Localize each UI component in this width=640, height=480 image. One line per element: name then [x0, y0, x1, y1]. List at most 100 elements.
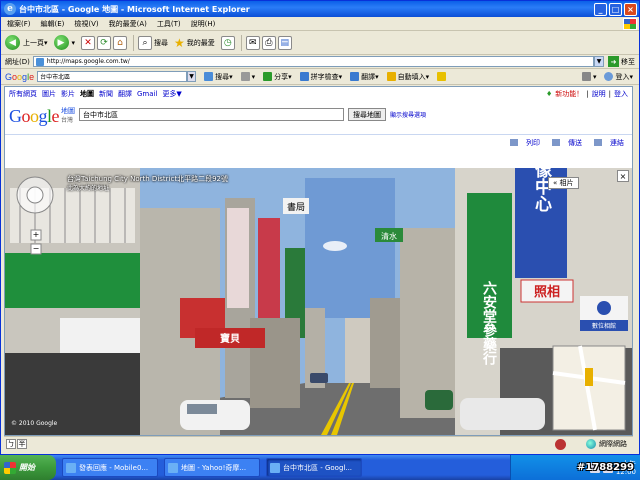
street-view-panorama[interactable]: 寶貝 書局 清水 六安堂參藥行 影像中心 照相 數位相館 台灣Taichung … — [5, 168, 632, 435]
gbar-separator: | — [586, 90, 589, 98]
region-label: 台灣 — [61, 117, 74, 124]
translate-icon — [350, 72, 360, 81]
address-dropdown[interactable]: ▼ — [594, 56, 604, 67]
page-icon — [35, 57, 44, 66]
maps-search-input[interactable]: 台中市北區 — [79, 108, 345, 121]
windows-flag-icon — [623, 17, 637, 30]
highlight-button[interactable] — [437, 72, 448, 81]
photos-label: « 相片 — [553, 179, 574, 187]
address-input[interactable]: http://maps.google.com.tw/ — [32, 56, 594, 67]
menu-edit[interactable]: 編輯(E) — [41, 19, 65, 29]
pharmacy-sign-text: 六安堂參藥行 — [481, 280, 498, 366]
menu-help[interactable]: 說明(H) — [191, 19, 216, 29]
home-icon[interactable]: ⌂ — [113, 35, 128, 50]
mail-icon — [552, 139, 560, 146]
translate-button[interactable]: 翻譯 ▾ — [350, 72, 379, 82]
standard-toolbar: ◀ 上一頁 ▾ ▶ ▾ ✕ ⟳ ⌂ ⌕ 搜尋 ★ 我的最愛 ◷ ✉ ⎙ ▤ — [1, 31, 639, 55]
login-link[interactable]: 登入 — [614, 89, 628, 99]
gbar-link-more[interactable]: 更多▼ — [162, 89, 181, 99]
go-label: 移至 — [621, 57, 635, 66]
photos-button[interactable]: « 相片 — [548, 177, 579, 189]
white-car-right — [460, 398, 545, 430]
konica-logo — [597, 301, 611, 315]
gbar-link-video[interactable]: 影片 — [61, 89, 75, 99]
ime-mode[interactable]: ㄅ — [6, 439, 16, 449]
google-toolbar-dropdown[interactable]: ▼ — [187, 71, 197, 82]
start-label: 開始 — [19, 463, 35, 472]
gbar-link-translate[interactable]: 翻譯 — [118, 89, 132, 99]
ime-width[interactable]: 半 — [17, 439, 27, 449]
menu-tools[interactable]: 工具(T) — [157, 19, 181, 29]
help-link[interactable]: 說明 — [592, 89, 606, 99]
login-button[interactable]: 登入 ▾ — [604, 72, 633, 82]
go-arrow-icon: ➜ — [608, 56, 619, 67]
spellcheck-icon — [299, 72, 309, 81]
google-logo[interactable]: Google — [9, 106, 59, 126]
forward-button[interactable]: ▶ ▾ — [53, 35, 75, 50]
gbar-link-maps[interactable]: 地圖 — [80, 89, 94, 99]
print-icon[interactable]: ⎙ — [261, 35, 276, 50]
internet-zone-icon — [586, 439, 596, 449]
google-search-button[interactable]: 搜尋 ▾ — [204, 72, 233, 82]
wrench-icon — [581, 72, 591, 81]
favorites-button[interactable]: ★ 我的最愛 — [174, 36, 215, 50]
menu-favorites[interactable]: 我的最愛(A) — [109, 19, 147, 29]
stop-icon[interactable]: ✕ — [81, 35, 96, 50]
zoom-in-button[interactable]: + — [31, 230, 41, 240]
search-options-link[interactable]: 顯示搜尋選項 — [390, 110, 426, 119]
spellcheck-label: 拼字檢查 — [310, 72, 339, 81]
gbar-link-gmail[interactable]: Gmail — [137, 90, 157, 98]
maximize-button[interactable]: □ — [609, 2, 622, 16]
maps-logo-label: 地圖 — [61, 107, 76, 115]
google-bookmark-button[interactable]: ▾ — [240, 72, 255, 81]
photo-center-sign-text: 影像中心 — [531, 168, 552, 212]
ie-icon — [168, 462, 178, 473]
gbar-link-images[interactable]: 圖片 — [42, 89, 56, 99]
user-icon — [604, 72, 614, 81]
edit-icon[interactable]: ▤ — [277, 35, 292, 50]
close-button[interactable]: × — [624, 2, 637, 16]
go-button[interactable]: ➜ 移至 — [608, 56, 635, 67]
google-search-label: 搜尋 — [215, 72, 230, 81]
gbar-link-web[interactable]: 所有網頁 — [9, 89, 37, 99]
taskbar-item-yahoo[interactable]: 地圖 - Yahoo!奇摩... — [164, 458, 260, 477]
green-shop-sign — [5, 253, 145, 308]
back-button[interactable]: ◀ 上一頁 ▾ — [5, 35, 48, 50]
link-icon — [594, 139, 602, 146]
mail-icon[interactable]: ✉ — [245, 35, 260, 50]
ie-icon — [270, 462, 280, 473]
streetview-copyright: © 2010 Google — [11, 420, 58, 427]
taskbar-item-mobile01[interactable]: 發表回應 - Mobile0... — [62, 458, 158, 477]
taskbar-item-google-maps[interactable]: 台中市北區 - Googl... — [266, 458, 362, 477]
link-link[interactable]: 連結 — [588, 138, 624, 148]
menu-view[interactable]: 檢視(V) — [74, 19, 98, 29]
maps-header: Google 地圖台灣 台中市北區 搜尋地圖 顯示搜尋選項 — [5, 101, 632, 135]
ime-indicator: ㄅ 半 — [6, 439, 28, 449]
pencil-icon — [437, 72, 447, 81]
print-link[interactable]: 列印 — [504, 138, 540, 148]
close-streetview-button[interactable]: × — [617, 170, 629, 182]
menu-file[interactable]: 檔案(F) — [7, 19, 31, 29]
cloud — [323, 241, 347, 251]
window-title: 台中市北區 - Google 地圖 - Microsoft Internet E… — [19, 4, 250, 14]
maps-search-button[interactable]: 搜尋地圖 — [348, 108, 387, 121]
zoom-out-button[interactable]: − — [31, 244, 41, 254]
autofill-label: 自動填入 — [397, 72, 426, 81]
minimize-button[interactable]: _ — [594, 2, 607, 16]
refresh-icon[interactable]: ⟳ — [97, 35, 112, 50]
search-button[interactable]: ⌕ 搜尋 — [138, 35, 168, 50]
share-button[interactable]: 分享 ▾ — [263, 72, 292, 82]
print-label: 列印 — [526, 138, 540, 147]
spellcheck-button[interactable]: 拼字檢查 ▾ — [299, 72, 342, 82]
toolbar-divider — [133, 34, 135, 51]
wrench-button[interactable]: ▾ — [581, 72, 596, 81]
gbar-link-news[interactable]: 新聞 — [99, 89, 113, 99]
autofill-icon — [386, 72, 396, 81]
start-button[interactable]: 開始 — [0, 455, 56, 480]
autofill-button[interactable]: 自動填入 ▾ — [386, 72, 429, 82]
menu-bar: 檔案(F) 編輯(E) 檢視(V) 我的最愛(A) 工具(T) 說明(H) — [1, 17, 639, 31]
new-feature-link[interactable]: 新功能！ — [555, 89, 583, 99]
send-link[interactable]: 傳送 — [546, 138, 582, 148]
google-toolbar-search-input[interactable]: 台中市北區 — [37, 71, 188, 82]
history-icon[interactable]: ◷ — [220, 35, 235, 50]
